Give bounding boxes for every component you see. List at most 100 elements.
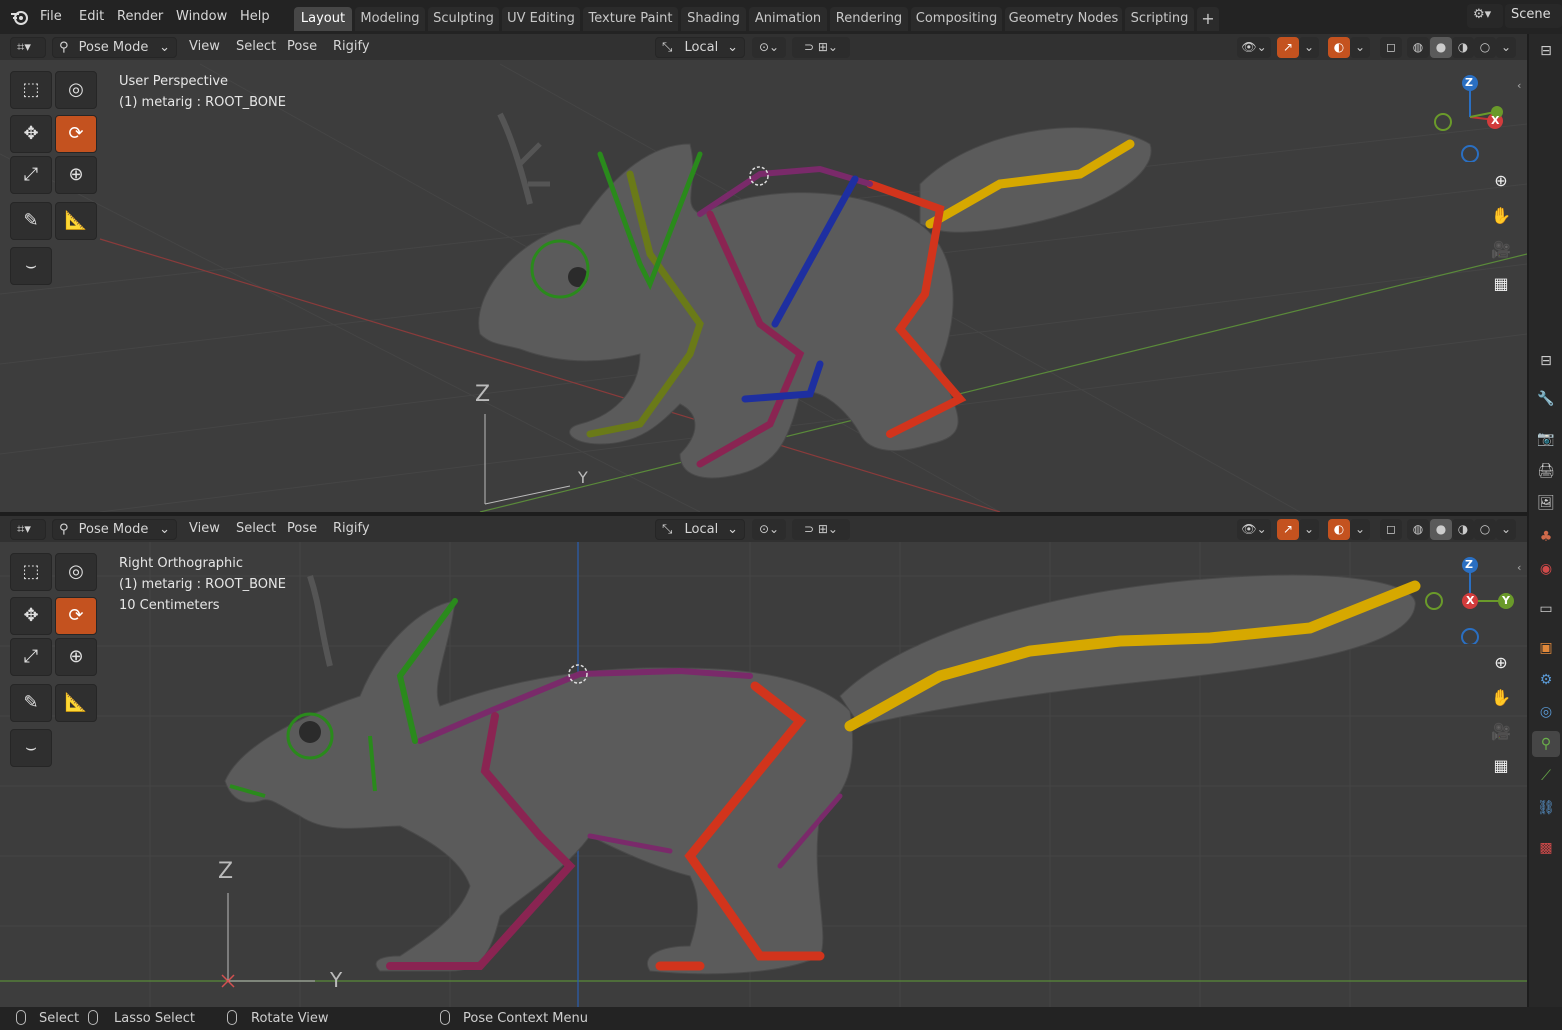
xray-toggle-button[interactable]: ◻ bbox=[1380, 519, 1402, 540]
armature-properties-icon[interactable]: ⚲ bbox=[1532, 731, 1560, 757]
editor-type-button[interactable]: ⌗▾ bbox=[10, 37, 46, 58]
select-box-tool[interactable]: ⬚ bbox=[10, 553, 52, 591]
transform-tool[interactable]: ⊕ bbox=[55, 156, 97, 194]
snap-button[interactable]: ⊃ ⊞⌄ bbox=[792, 37, 850, 58]
relax-pose-tool[interactable]: ⌣ bbox=[10, 247, 52, 285]
camera-view-icon[interactable]: 🎥 bbox=[1487, 236, 1515, 264]
tab-shading[interactable]: Shading bbox=[681, 7, 746, 31]
rotate-tool[interactable]: ⟳ bbox=[55, 115, 97, 153]
tab-modeling[interactable]: Modeling bbox=[355, 7, 425, 31]
move-tool[interactable]: ✥ bbox=[10, 115, 52, 153]
annotate-tool[interactable]: ✎ bbox=[10, 684, 52, 722]
menu-pose[interactable]: Pose bbox=[287, 520, 317, 538]
shading-material-button[interactable]: ◑ bbox=[1452, 37, 1474, 58]
snap-button[interactable]: ⊃ ⊞⌄ bbox=[792, 519, 850, 540]
shading-dropdown-button[interactable]: ⌄ bbox=[1496, 37, 1516, 58]
menu-view[interactable]: View bbox=[189, 520, 220, 538]
gizmo-toggle-button[interactable]: ↗ bbox=[1277, 519, 1299, 540]
menu-select[interactable]: Select bbox=[236, 520, 276, 538]
shading-rendered-button[interactable]: ○ bbox=[1474, 37, 1496, 58]
tab-scripting[interactable]: Scripting bbox=[1125, 7, 1194, 31]
menu-pose[interactable]: Pose bbox=[287, 38, 317, 56]
tab-compositing[interactable]: Compositing bbox=[911, 7, 1002, 31]
shading-solid-button[interactable]: ● bbox=[1430, 519, 1452, 540]
zoom-view-icon[interactable]: ⊕ bbox=[1487, 649, 1515, 677]
tab-texture-paint[interactable]: Texture Paint bbox=[583, 7, 678, 31]
pivot-point-button[interactable]: ⊙⌄ bbox=[752, 519, 786, 540]
measure-tool[interactable]: 📐 bbox=[55, 684, 97, 722]
pan-hand-icon[interactable]: ✋ bbox=[1487, 684, 1515, 712]
scene-selector-button[interactable]: ⚙▾ bbox=[1467, 4, 1503, 28]
editor-type-button[interactable]: ⌗▾ bbox=[10, 519, 46, 540]
annotate-tool[interactable]: ✎ bbox=[10, 202, 52, 240]
relax-pose-tool[interactable]: ⌣ bbox=[10, 729, 52, 767]
shading-rendered-button[interactable]: ○ bbox=[1474, 519, 1496, 540]
shading-wireframe-button[interactable]: ◍ bbox=[1407, 37, 1429, 58]
blender-logo-icon[interactable] bbox=[10, 8, 30, 26]
pan-hand-icon[interactable]: ✋ bbox=[1487, 202, 1515, 230]
collection-properties-icon[interactable]: ▭ bbox=[1532, 596, 1560, 622]
tool-properties-icon[interactable]: 🔧 bbox=[1532, 386, 1560, 412]
shading-dropdown-button[interactable]: ⌄ bbox=[1496, 519, 1516, 540]
menu-select[interactable]: Select bbox=[236, 38, 276, 56]
menu-render[interactable]: Render bbox=[115, 8, 165, 26]
render-properties-icon[interactable]: 📷 bbox=[1532, 426, 1560, 452]
overlay-dropdown-button[interactable]: ⌄ bbox=[1350, 37, 1370, 58]
transform-orientation-select[interactable]: ⤡ Local ⌄ bbox=[655, 37, 745, 58]
bone-constraint-properties-icon[interactable]: ⛓ bbox=[1532, 795, 1560, 821]
cursor-tool[interactable]: ◎ bbox=[55, 553, 97, 591]
object-properties-icon[interactable]: ▣ bbox=[1532, 635, 1560, 661]
menu-window[interactable]: Window bbox=[174, 8, 229, 26]
shading-solid-button[interactable]: ● bbox=[1430, 37, 1452, 58]
xray-toggle-button[interactable]: ◻ bbox=[1380, 37, 1402, 58]
bone-properties-icon[interactable]: ⟋ bbox=[1532, 763, 1560, 789]
tab-layout[interactable]: Layout bbox=[294, 7, 352, 31]
transform-orientation-select[interactable]: ⤡ Local ⌄ bbox=[655, 519, 745, 540]
add-workspace-icon[interactable]: + bbox=[1197, 7, 1219, 31]
tab-animation[interactable]: Animation bbox=[749, 7, 827, 31]
menu-file[interactable]: File bbox=[38, 8, 64, 26]
outliner-editor-icon[interactable]: ⊟ bbox=[1532, 38, 1560, 64]
properties-editor-icon[interactable]: ⊟ bbox=[1532, 348, 1560, 374]
tab-sculpting[interactable]: Sculpting bbox=[428, 7, 499, 31]
menu-rigify[interactable]: Rigify bbox=[333, 520, 370, 538]
physics-properties-icon[interactable]: ◎ bbox=[1532, 699, 1560, 725]
texture-properties-icon[interactable]: ▩ bbox=[1532, 835, 1560, 861]
output-properties-icon[interactable]: 🖨 bbox=[1532, 458, 1560, 484]
tab-uv-editing[interactable]: UV Editing bbox=[502, 7, 580, 31]
scale-tool[interactable]: ⤢ bbox=[10, 638, 52, 676]
camera-view-icon[interactable]: 🎥 bbox=[1487, 718, 1515, 746]
perspective-toggle-icon[interactable]: ▦ bbox=[1487, 270, 1515, 298]
select-box-tool[interactable]: ⬚ bbox=[10, 71, 52, 109]
menu-view[interactable]: View bbox=[189, 38, 220, 56]
scene-properties-icon[interactable]: ♣ bbox=[1532, 524, 1560, 550]
collapse-sidebar-icon[interactable]: ‹ bbox=[1517, 79, 1521, 92]
pivot-point-button[interactable]: ⊙⌄ bbox=[752, 37, 786, 58]
scene-name-field[interactable]: Scene bbox=[1505, 4, 1562, 28]
transform-tool[interactable]: ⊕ bbox=[55, 638, 97, 676]
menu-help[interactable]: Help bbox=[238, 8, 272, 26]
rotate-tool[interactable]: ⟳ bbox=[55, 597, 97, 635]
overlay-dropdown-button[interactable]: ⌄ bbox=[1350, 519, 1370, 540]
move-tool[interactable]: ✥ bbox=[10, 597, 52, 635]
overlay-toggle-button[interactable]: ◐ bbox=[1328, 519, 1350, 540]
visibility-button[interactable]: 👁⌄ bbox=[1237, 519, 1271, 540]
menu-rigify[interactable]: Rigify bbox=[333, 38, 370, 56]
gizmo-dropdown-button[interactable]: ⌄ bbox=[1299, 519, 1319, 540]
view-layer-properties-icon[interactable]: 🖼 bbox=[1532, 490, 1560, 516]
zoom-view-icon[interactable]: ⊕ bbox=[1487, 167, 1515, 195]
collapse-sidebar-icon[interactable]: ‹ bbox=[1517, 561, 1521, 574]
tab-geometry-nodes[interactable]: Geometry Nodes bbox=[1005, 7, 1122, 31]
perspective-toggle-icon[interactable]: ▦ bbox=[1487, 752, 1515, 780]
gizmo-dropdown-button[interactable]: ⌄ bbox=[1299, 37, 1319, 58]
modifier-properties-icon[interactable]: ⚙ bbox=[1532, 667, 1560, 693]
visibility-button[interactable]: 👁⌄ bbox=[1237, 37, 1271, 58]
viewport-top[interactable]: Z Y ⌗▾ ⚲ Pose Mode ⌄ View Select Pose Ri… bbox=[0, 34, 1527, 512]
measure-tool[interactable]: 📐 bbox=[55, 202, 97, 240]
tab-rendering[interactable]: Rendering bbox=[830, 7, 908, 31]
shading-material-button[interactable]: ◑ bbox=[1452, 519, 1474, 540]
overlay-toggle-button[interactable]: ◐ bbox=[1328, 37, 1350, 58]
cursor-tool[interactable]: ◎ bbox=[55, 71, 97, 109]
mode-select[interactable]: ⚲ Pose Mode ⌄ bbox=[52, 37, 177, 58]
viewport-bottom[interactable]: Z Y ⌗▾ ⚲ Pose Mode ⌄ View Select Pose Ri… bbox=[0, 516, 1527, 1007]
